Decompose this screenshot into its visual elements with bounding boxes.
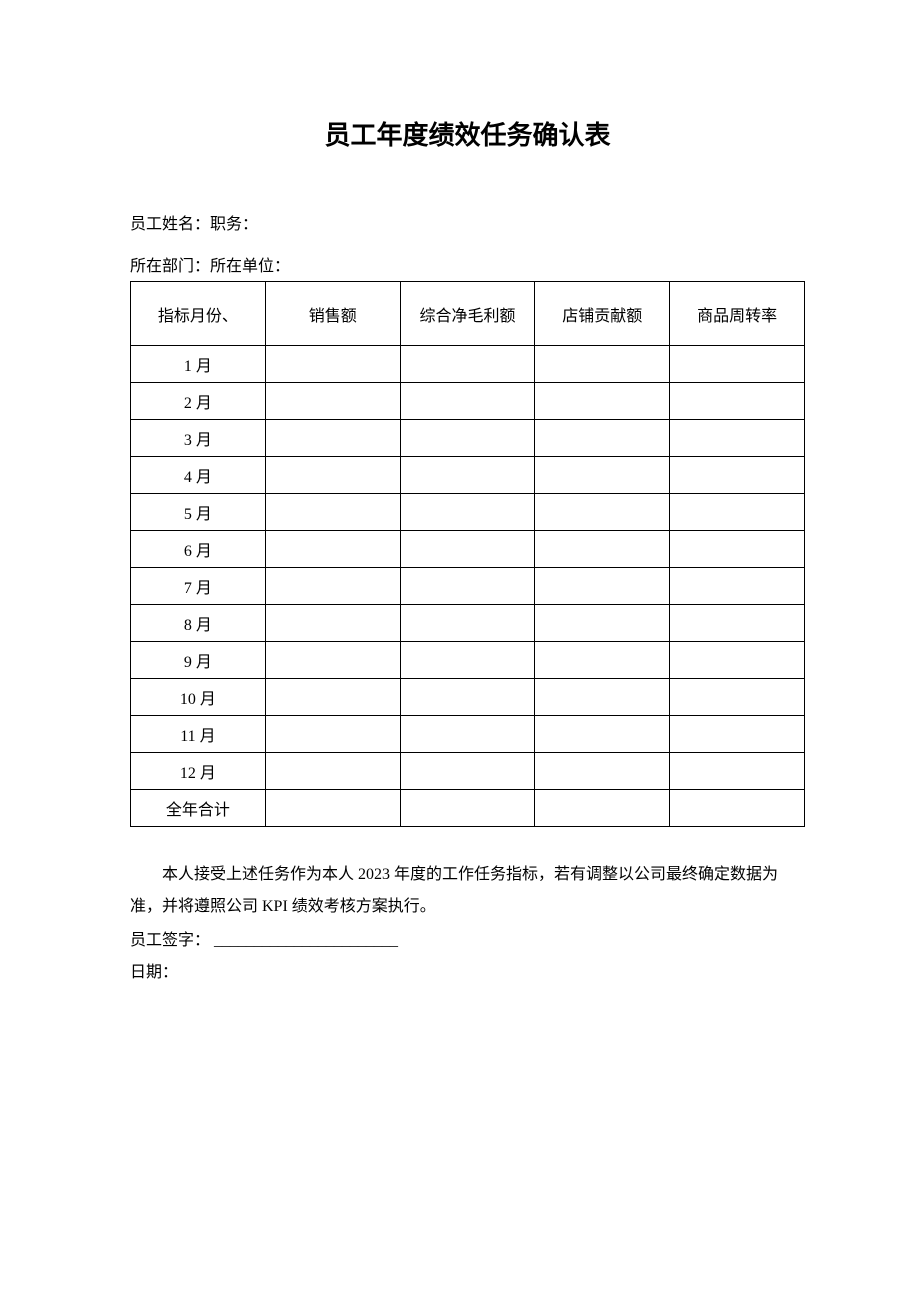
value-cell — [400, 790, 535, 827]
signature-label: 员工签字： — [130, 932, 210, 949]
month-cell: 12 月 — [131, 753, 266, 790]
value-cell — [400, 420, 535, 457]
value-cell — [535, 420, 670, 457]
table-row: 7 月 — [131, 568, 805, 605]
month-cell: 6 月 — [131, 531, 266, 568]
value-cell — [535, 679, 670, 716]
month-cell: 10 月 — [131, 679, 266, 716]
value-cell — [265, 642, 400, 679]
value-cell — [535, 716, 670, 753]
value-cell — [265, 753, 400, 790]
value-cell — [400, 346, 535, 383]
value-cell — [400, 531, 535, 568]
header-month: 指标月份、 — [131, 282, 266, 346]
value-cell — [265, 531, 400, 568]
table-row: 4 月 — [131, 457, 805, 494]
value-cell — [535, 531, 670, 568]
value-cell — [535, 383, 670, 420]
month-cell: 4 月 — [131, 457, 266, 494]
value-cell — [400, 716, 535, 753]
value-cell — [400, 383, 535, 420]
signature-underline: _______________________ — [214, 932, 398, 949]
header-sales: 销售额 — [265, 282, 400, 346]
value-cell — [670, 420, 805, 457]
value-cell — [670, 531, 805, 568]
value-cell — [400, 753, 535, 790]
value-cell — [265, 420, 400, 457]
value-cell — [265, 790, 400, 827]
value-cell — [265, 716, 400, 753]
month-cell: 2 月 — [131, 383, 266, 420]
table-row: 6 月 — [131, 531, 805, 568]
value-cell — [535, 642, 670, 679]
value-cell — [400, 494, 535, 531]
month-cell: 11 月 — [131, 716, 266, 753]
value-cell — [265, 457, 400, 494]
value-cell — [670, 605, 805, 642]
value-cell — [670, 346, 805, 383]
value-cell — [265, 679, 400, 716]
value-cell — [400, 605, 535, 642]
table-row: 3 月 — [131, 420, 805, 457]
signature-line: 员工签字： _______________________ — [130, 925, 805, 957]
table-row: 5 月 — [131, 494, 805, 531]
value-cell — [535, 494, 670, 531]
header-gross-profit: 综合净毛利额 — [400, 282, 535, 346]
table-body: 1 月 2 月 3 月 4 月 5 月 — [131, 346, 805, 827]
value-cell — [535, 753, 670, 790]
month-cell: 7 月 — [131, 568, 266, 605]
header-turnover: 商品周转率 — [670, 282, 805, 346]
value-cell — [265, 605, 400, 642]
value-cell — [265, 568, 400, 605]
value-cell — [670, 679, 805, 716]
header-contribution: 店铺贡献额 — [535, 282, 670, 346]
value-cell — [670, 457, 805, 494]
employee-info-line-2: 所在部门：所在单位： — [130, 254, 805, 280]
value-cell — [265, 383, 400, 420]
document-title: 员工年度绩效任务确认表 — [130, 115, 805, 152]
value-cell — [400, 457, 535, 494]
table-row: 12 月 — [131, 753, 805, 790]
performance-table: 指标月份、 销售额 综合净毛利额 店铺贡献额 商品周转率 1 月 2 月 3 月 — [130, 281, 805, 827]
value-cell — [265, 494, 400, 531]
month-cell: 8 月 — [131, 605, 266, 642]
month-cell: 9 月 — [131, 642, 266, 679]
value-cell — [535, 568, 670, 605]
employee-info-line-1: 员工姓名：职务： — [130, 212, 805, 238]
value-cell — [670, 383, 805, 420]
statement-text: 本人接受上述任务作为本人 2023 年度的工作任务指标，若有调整以公司最终确定数… — [130, 859, 805, 923]
value-cell — [265, 346, 400, 383]
month-cell: 全年合计 — [131, 790, 266, 827]
date-line: 日期： — [130, 957, 805, 989]
table-row: 10 月 — [131, 679, 805, 716]
value-cell — [400, 679, 535, 716]
value-cell — [400, 568, 535, 605]
value-cell — [400, 642, 535, 679]
value-cell — [670, 642, 805, 679]
value-cell — [670, 716, 805, 753]
table-row: 2 月 — [131, 383, 805, 420]
table-row-total: 全年合计 — [131, 790, 805, 827]
table-row: 11 月 — [131, 716, 805, 753]
month-cell: 1 月 — [131, 346, 266, 383]
table-header-row: 指标月份、 销售额 综合净毛利额 店铺贡献额 商品周转率 — [131, 282, 805, 346]
month-cell: 3 月 — [131, 420, 266, 457]
month-cell: 5 月 — [131, 494, 266, 531]
value-cell — [535, 346, 670, 383]
table-row: 9 月 — [131, 642, 805, 679]
value-cell — [535, 457, 670, 494]
table-row: 8 月 — [131, 605, 805, 642]
value-cell — [670, 790, 805, 827]
value-cell — [670, 494, 805, 531]
value-cell — [535, 790, 670, 827]
date-label: 日期： — [130, 964, 178, 981]
value-cell — [535, 605, 670, 642]
value-cell — [670, 753, 805, 790]
table-row: 1 月 — [131, 346, 805, 383]
value-cell — [670, 568, 805, 605]
